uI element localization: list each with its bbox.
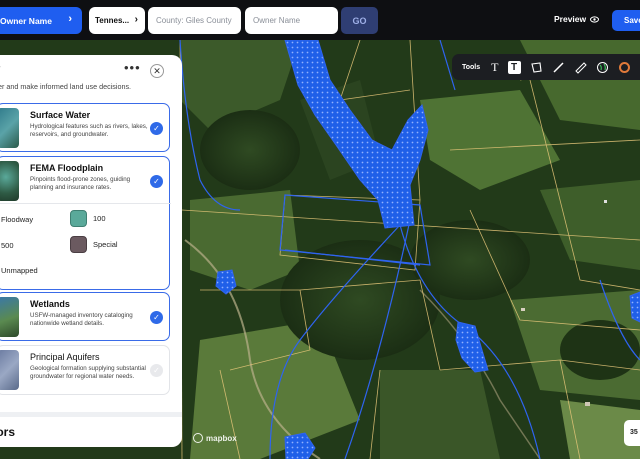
neighbors-section: bors	[0, 412, 182, 447]
close-icon[interactable]: ✕	[150, 64, 164, 78]
eye-icon	[590, 15, 600, 23]
tools-toolbar: Tools T T ✂ ∞	[452, 54, 640, 80]
layer-card-surface-water[interactable]: Surface Water Hydrological features such…	[0, 103, 170, 152]
zoom-badge[interactable]: 35	[624, 420, 640, 446]
go-button[interactable]: GO	[341, 7, 378, 34]
check-icon[interactable]: ✓	[150, 311, 163, 324]
panel-header: r ••• ✕	[0, 60, 182, 79]
owner-name-search-button[interactable]: Owner Name ›	[0, 7, 82, 34]
top-bar: Owner Name › Tennes... › GO Preview Save	[0, 0, 640, 40]
text-box-icon[interactable]: T	[507, 60, 521, 74]
mapbox-attribution[interactable]: mapbox	[193, 433, 237, 443]
legend-item-unmapped: Unmapped	[1, 266, 38, 275]
building	[521, 308, 525, 311]
check-icon[interactable]: ✓	[150, 364, 163, 377]
mapbox-logo-icon	[193, 433, 203, 443]
circle-icon[interactable]	[618, 60, 631, 74]
preview-label: Preview	[554, 14, 587, 24]
save-button[interactable]: Save	[612, 10, 640, 31]
layer-title: Wetlands	[30, 299, 70, 309]
building	[585, 402, 590, 406]
line-icon[interactable]	[552, 60, 565, 74]
neighbors-title: bors	[0, 425, 16, 439]
divider	[0, 203, 171, 204]
tools-label: Tools	[462, 63, 481, 71]
more-options-icon[interactable]: •••	[124, 60, 141, 75]
panel-subtitle: ter and make informed land use decisions…	[0, 82, 132, 91]
layer-card-principal-aquifers[interactable]: Principal Aquifers Geological formation …	[0, 345, 170, 395]
chevron-right-icon: ›	[68, 13, 72, 25]
state-dropdown-label: Tennes...	[95, 16, 130, 25]
principal-aquifers-thumbnail	[0, 350, 19, 390]
field-area	[380, 370, 500, 459]
legend-item-floodway: Floodway	[1, 215, 34, 224]
forest-patch	[200, 110, 300, 190]
owner-name-input[interactable]	[245, 7, 338, 34]
layer-title: FEMA Floodplain	[30, 163, 104, 173]
building	[604, 200, 607, 203]
check-icon[interactable]: ✓	[150, 175, 163, 188]
county-input[interactable]	[148, 7, 241, 34]
layer-description: Hydrological features such as rivers, la…	[30, 123, 148, 138]
legend-swatch-special	[70, 236, 87, 253]
legend-item-100: 100	[70, 210, 106, 227]
preview-button[interactable]: Preview	[554, 14, 600, 24]
legend-swatch-100	[70, 210, 87, 227]
chevron-right-icon: ›	[134, 14, 138, 25]
layer-title: Principal Aquifers	[30, 352, 100, 362]
surface-water-thumbnail	[0, 108, 19, 148]
wetlands-thumbnail	[0, 297, 19, 337]
polygon-icon[interactable]	[530, 60, 543, 74]
globe-icon[interactable]	[596, 60, 609, 74]
state-dropdown[interactable]: Tennes... ›	[89, 7, 145, 34]
layer-description: Pinpoints flood-prone zones, guiding pla…	[30, 176, 131, 191]
layer-title: Surface Water	[30, 110, 91, 120]
layer-card-wetlands[interactable]: Wetlands USFW-managed inventory catalogi…	[0, 292, 170, 341]
owner-name-button-label: Owner Name	[0, 15, 52, 26]
fema-floodplain-thumbnail	[0, 161, 19, 201]
mapbox-label: mapbox	[206, 433, 237, 443]
ruler-icon[interactable]	[574, 60, 587, 74]
check-icon[interactable]: ✓	[150, 122, 163, 135]
layer-description: USFW-managed inventory cataloging nation…	[30, 312, 133, 327]
layer-description: Geological formation supplying substanti…	[30, 365, 146, 380]
layer-card-fema-floodplain[interactable]: FEMA Floodplain Pinpoints flood-prone zo…	[0, 156, 171, 290]
pond-polygon	[629, 291, 640, 323]
layers-panel: r ••• ✕ ter and make informed land use d…	[0, 55, 182, 447]
legend-item-500: 500	[1, 241, 14, 250]
text-icon[interactable]: T	[491, 60, 498, 74]
legend-item-special: Special	[70, 236, 118, 253]
